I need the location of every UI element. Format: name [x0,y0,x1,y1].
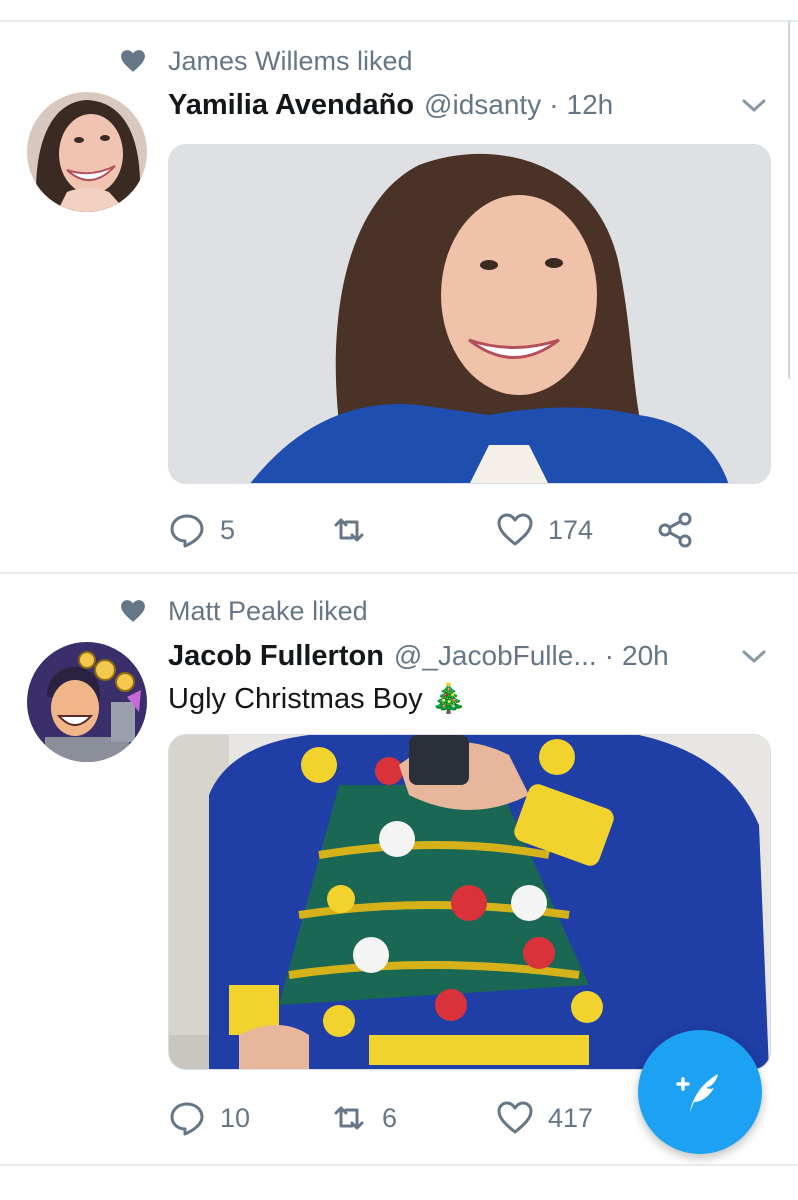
share-button[interactable] [656,508,694,552]
social-context: James Willems liked [120,44,413,78]
retweet-button[interactable]: 6 [330,1096,397,1140]
heart-icon [121,50,145,72]
user-handle[interactable]: @_JacobFulle... [394,640,597,672]
like-button[interactable]: 417 [496,1096,593,1140]
tweet-header: Jacob Fullerton @_JacobFulle... · 20h [168,636,768,676]
tweet-actions: 5 174 [168,508,728,552]
separator-dot: · [604,640,614,671]
tweet-photo[interactable] [168,144,771,484]
like-button[interactable]: 174 [496,508,593,552]
compose-tweet-button[interactable] [638,1030,762,1154]
reply-icon [170,1102,204,1136]
avatar[interactable] [27,92,147,212]
reply-button[interactable]: 5 [168,508,235,552]
liked-by-text: James Willems liked [168,45,413,76]
avatar[interactable] [27,642,147,762]
retweet-icon [334,518,364,542]
tweet-header: Yamilia Avendaño @idsanty · 12h [168,85,768,125]
like-count: 417 [548,1102,594,1133]
separator-dot: · [549,89,559,120]
social-context: Matt Peake liked [120,594,368,628]
retweet-button[interactable] [330,508,382,552]
timestamp[interactable]: 12h [567,89,614,121]
timestamp[interactable]: 20h [622,640,669,672]
reply-count: 10 [220,1102,251,1133]
tweet-1[interactable]: James Willems liked Yamilia Avendaño @id… [0,0,798,572]
retweet-count: 6 [382,1102,398,1133]
display-name[interactable]: Yamilia Avendaño [168,89,414,122]
reply-count: 5 [220,514,236,545]
heart-icon [121,600,145,622]
tweet-text: Ugly Christmas Boy 🎄 [168,683,467,715]
display-name[interactable]: Jacob Fullerton [168,640,384,673]
tweet-photo[interactable] [168,734,771,1070]
chevron-down-icon[interactable] [740,644,768,668]
share-icon [658,512,692,548]
reply-icon [170,514,204,548]
like-count: 174 [548,514,594,545]
chevron-down-icon[interactable] [740,93,768,117]
retweet-icon [334,1106,364,1130]
user-handle[interactable]: @idsanty [424,89,541,121]
tweet-divider [0,1164,798,1166]
like-icon [497,513,533,546]
liked-by-text: Matt Peake liked [168,595,368,626]
like-icon [497,1101,533,1134]
compose-feather-icon [676,1074,718,1112]
reply-button[interactable]: 10 [168,1096,250,1140]
